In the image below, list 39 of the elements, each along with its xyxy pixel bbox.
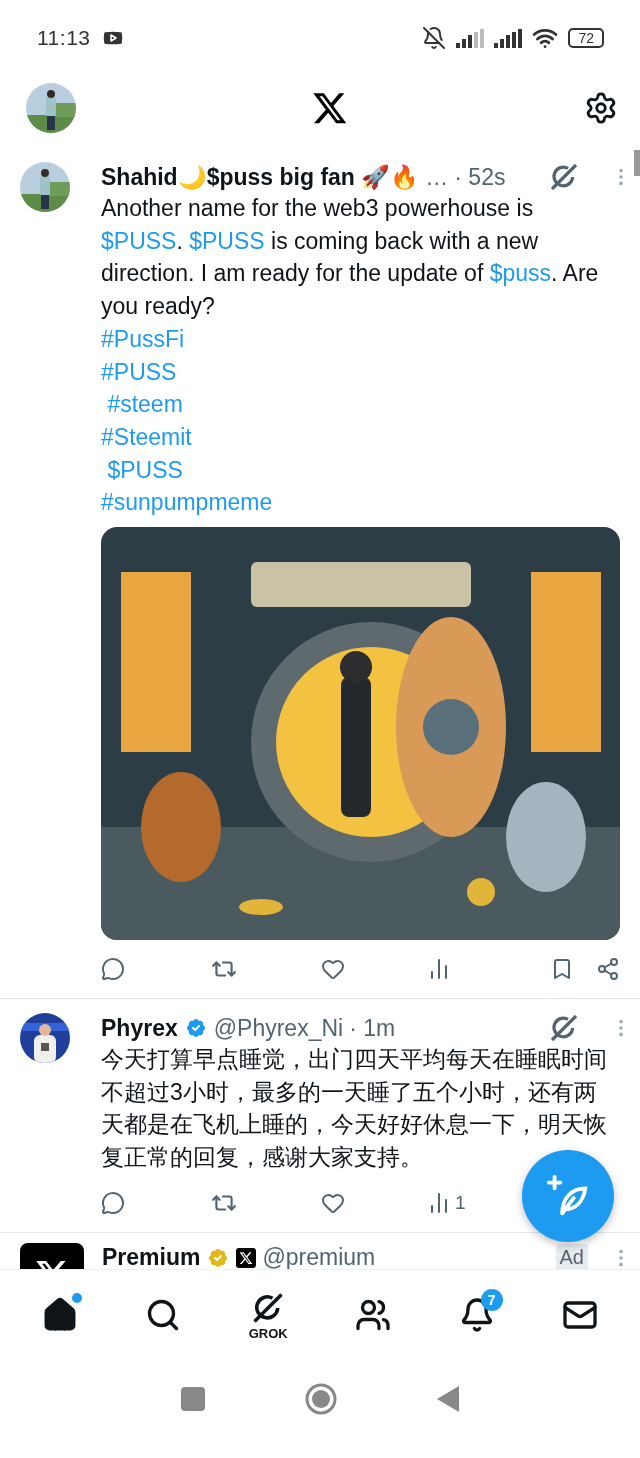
compose-button[interactable]: [522, 1150, 614, 1242]
people-icon: [355, 1297, 392, 1333]
signal-icon: [494, 27, 523, 48]
grok-icon: [548, 161, 580, 193]
author-name: Phyrex: [101, 1014, 178, 1042]
cashtag-link[interactable]: $puss: [489, 260, 552, 287]
grok-tab[interactable]: GROK: [244, 1285, 292, 1345]
clock: 11:13: [37, 25, 91, 50]
ellipsis: …: [425, 163, 449, 191]
post-time: · 1m: [349, 1014, 396, 1042]
author-handle: @Phyrex_Ni: [213, 1014, 344, 1042]
hashtag-link[interactable]: #steem: [101, 388, 183, 421]
speech-bubble-icon: [101, 1190, 125, 1215]
hashtag-link[interactable]: $PUSS: [101, 453, 183, 487]
hashtag-link[interactable]: #Steemit: [101, 420, 192, 454]
battery-level: 72: [568, 27, 604, 48]
speech-bubble-icon: [101, 957, 125, 982]
ad-label: Ad: [555, 1244, 588, 1269]
post-text: 今天打算早点睡觉，出门四天平均每天在睡眠时间不超过3小时，最多的一天睡了五个小时，还有两天都是在飞机上睡的，今天好好休息一下，明天恢复正常的回复，感谢大家支持。: [101, 1045, 608, 1173]
mute-icon: [422, 25, 447, 50]
scrollbar: [634, 150, 640, 176]
cashtag-link[interactable]: $PUSS: [189, 227, 265, 254]
hashtag-link[interactable]: #sunpumpmeme: [101, 486, 273, 520]
heart-icon: [321, 957, 345, 982]
notification-count: 7: [480, 1289, 503, 1311]
cashtag-link[interactable]: $PUSS: [101, 227, 177, 254]
hashtag-link[interactable]: #PUSS: [101, 355, 177, 389]
author-name: Premium: [102, 1244, 201, 1269]
back-button[interactable]: [437, 1386, 459, 1412]
share-button[interactable]: [596, 957, 620, 982]
hashtag-link[interactable]: #PussFi: [101, 322, 185, 356]
share-icon: [596, 957, 620, 982]
author-name: Shahid🌙$puss big fan 🚀🔥: [101, 163, 420, 191]
views-button[interactable]: 1: [427, 1190, 466, 1215]
home-button[interactable]: [305, 1383, 337, 1415]
post-time: · 52s: [454, 163, 506, 191]
signal-icon: [456, 27, 485, 48]
post-text: Another name for the web3 powerhouse is $PUSS. $PUSS is coming back with a new direction. I am ready for the update of $puss. Are you ready?: [101, 194, 600, 322]
settings-icon[interactable]: [584, 90, 618, 125]
